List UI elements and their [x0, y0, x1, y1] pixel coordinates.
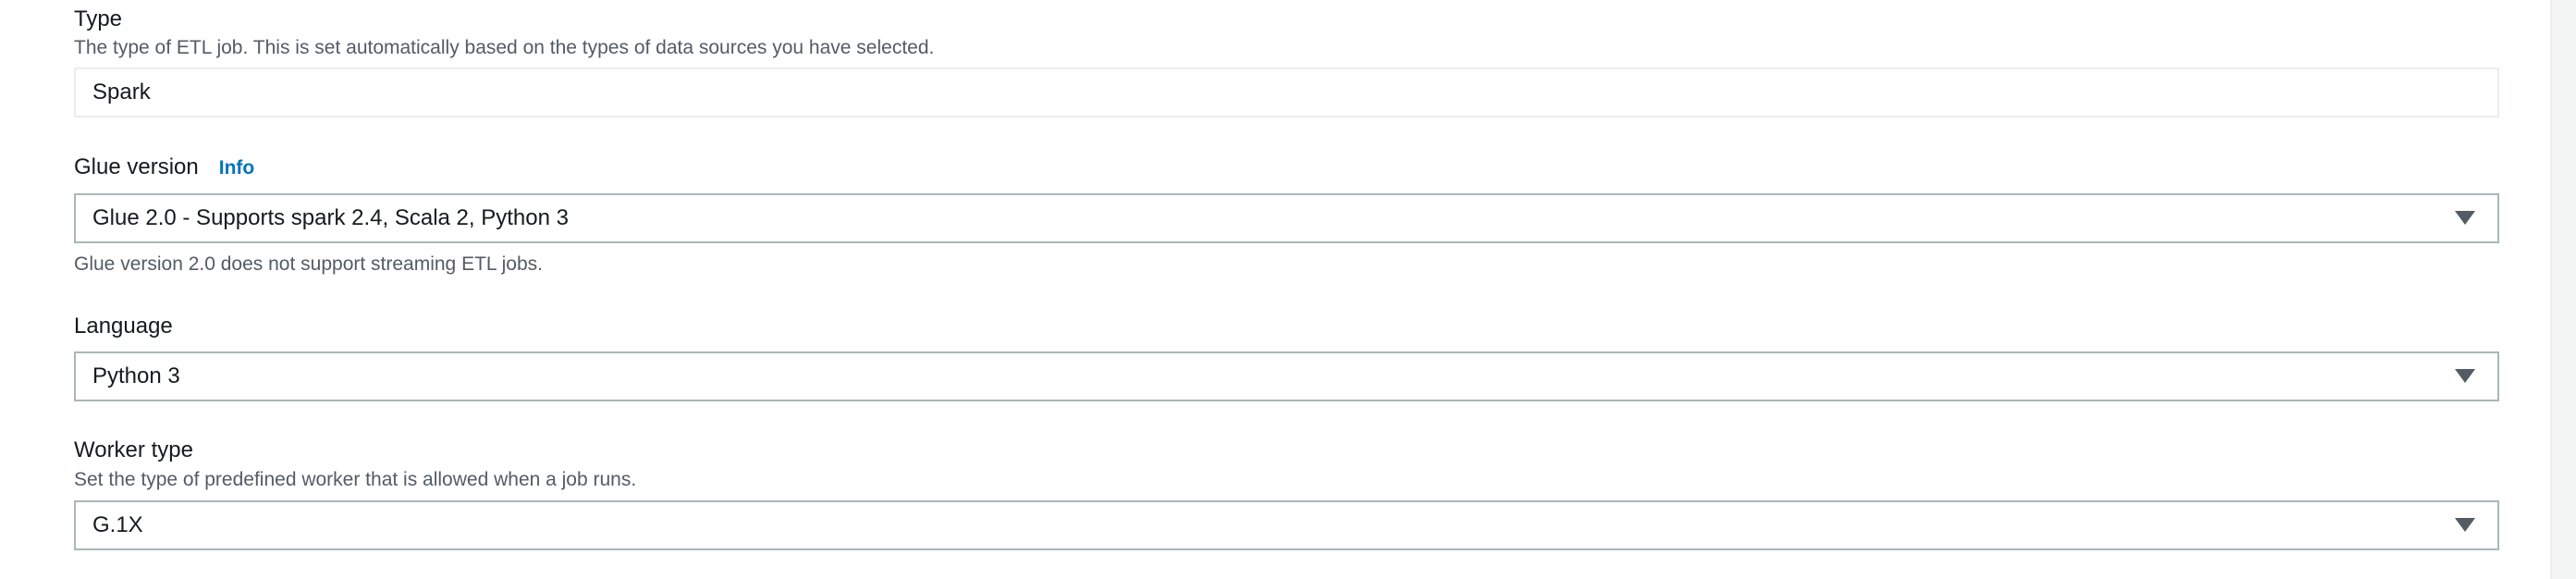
worker-type-label: Worker type — [74, 437, 193, 462]
caret-down-icon — [2455, 211, 2475, 225]
worker-type-description: Set the type of predefined worker that i… — [74, 469, 637, 490]
glue-version-selected-value: Glue 2.0 - Supports spark 2.4, Scala 2, … — [92, 205, 569, 230]
type-readonly-field: Spark — [74, 68, 2499, 117]
language-select[interactable]: Python 3 — [74, 351, 2499, 401]
caret-down-icon — [2455, 518, 2475, 532]
glue-version-select[interactable]: Glue 2.0 - Supports spark 2.4, Scala 2, … — [74, 193, 2499, 243]
glue-version-label: Glue version Info — [74, 154, 254, 182]
job-properties-panel: Type The type of ETL job. This is set au… — [0, 0, 2552, 579]
glue-version-info-link[interactable]: Info — [219, 157, 254, 179]
glue-version-hint: Glue version 2.0 does not support stream… — [74, 253, 543, 275]
glue-version-label-text: Glue version — [74, 154, 199, 179]
worker-type-selected-value: G.1X — [92, 512, 143, 537]
caret-down-icon — [2455, 369, 2475, 383]
worker-type-select[interactable]: G.1X — [74, 500, 2499, 550]
type-description: The type of ETL job. This is set automat… — [74, 37, 935, 58]
language-label: Language — [74, 314, 173, 339]
type-value: Spark — [92, 80, 151, 105]
type-label: Type — [74, 6, 123, 31]
language-selected-value: Python 3 — [92, 363, 180, 388]
